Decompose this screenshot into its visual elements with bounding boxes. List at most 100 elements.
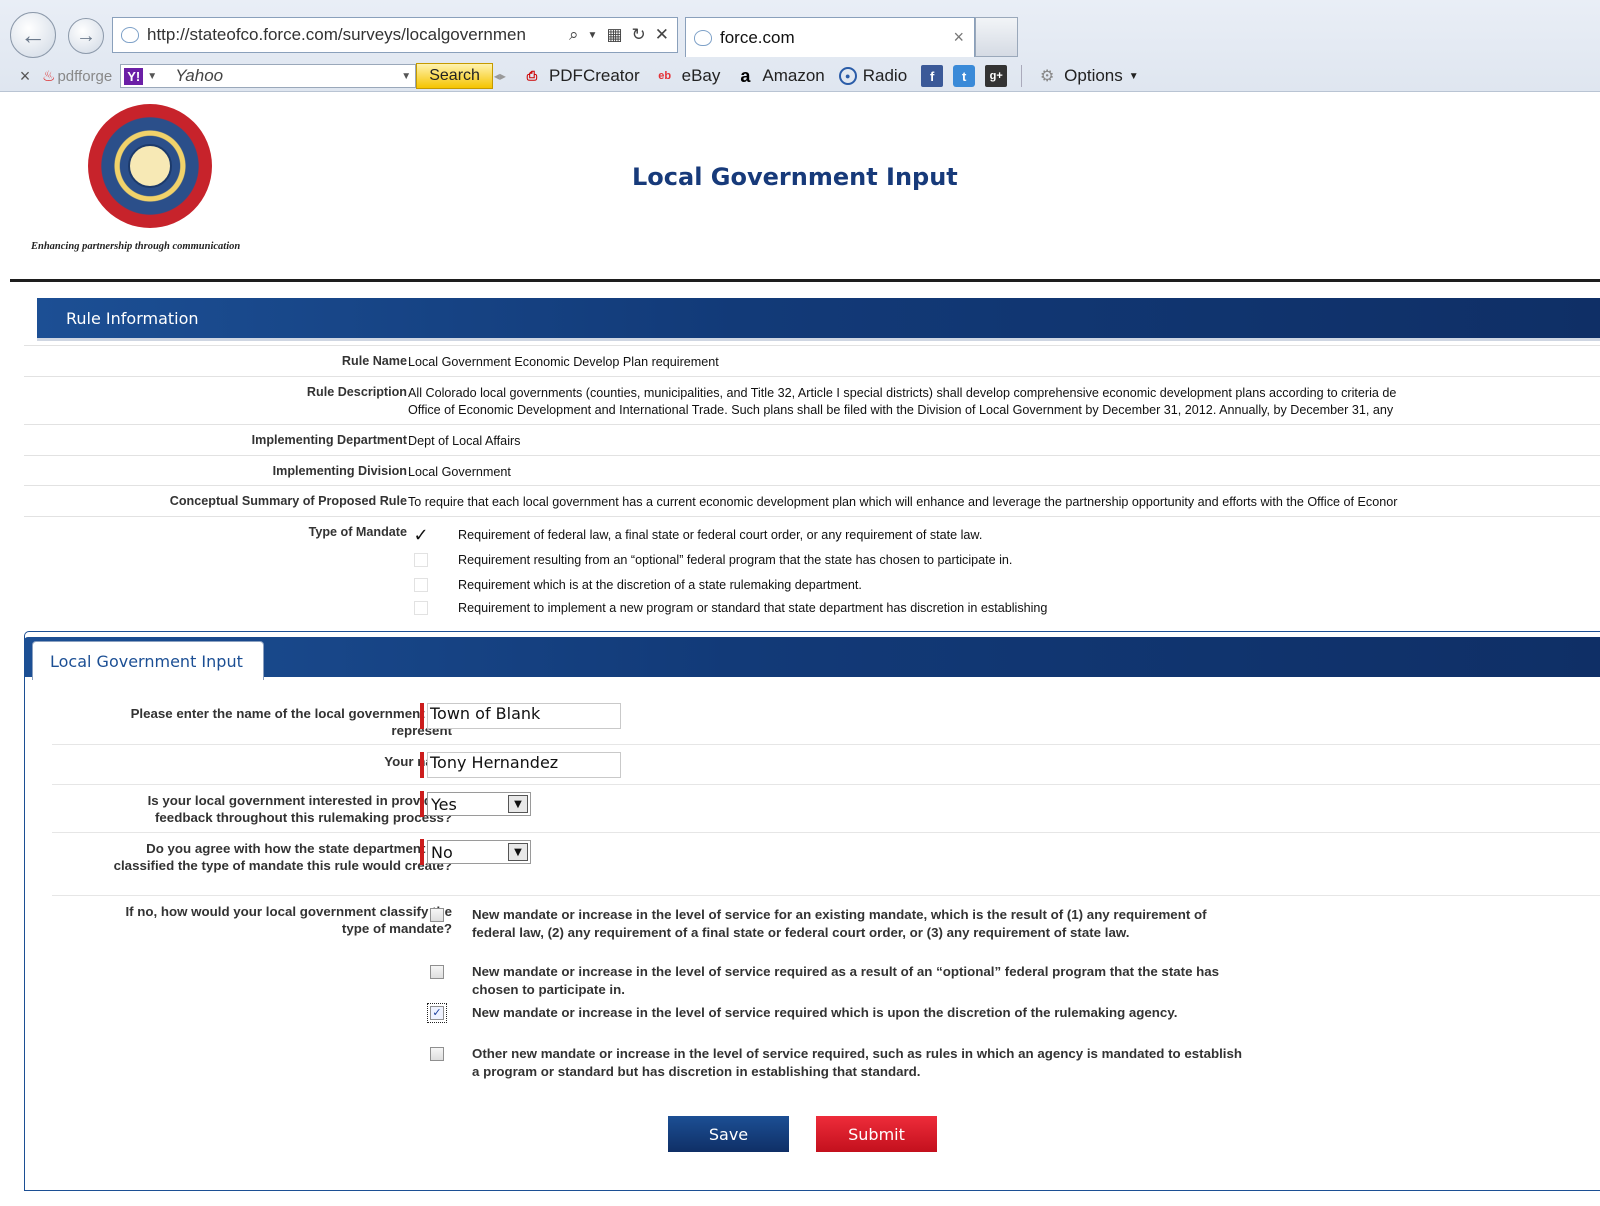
mandate-option: ✓ Requirement of federal law, a final st… [413,524,983,545]
classify-checkbox[interactable] [430,1047,444,1061]
flame-icon: ♨ [42,68,56,85]
new-tab-button[interactable] [975,17,1018,57]
back-arrow-icon: ← [20,19,46,50]
address-bar[interactable]: http://stateofco.force.com/surveys/local… [112,17,678,53]
classify-checkbox[interactable] [430,965,444,979]
chevron-down-icon[interactable]: ▼ [508,795,528,813]
facebook-icon[interactable]: f [921,65,944,87]
ebay-icon: eb [658,70,672,82]
yahoo-search-box[interactable]: Y! ▼ Yahoo ▼ [120,64,417,88]
address-tools: ⌕ ▼ ▦ ↻ ✕ [569,25,677,45]
tab-page-icon [694,29,712,46]
your-name-input[interactable]: Tony Hernandez [427,752,621,778]
pdf-icon: ⎙ [526,68,538,83]
seal-emblem [128,144,172,188]
back-button[interactable]: ← [10,12,56,58]
classify-checkbox-checked[interactable]: ✓ [427,1003,447,1023]
search-icon[interactable]: ⌕ [569,25,579,45]
section-title: Rule Information [66,308,199,328]
social-buttons: f t g+ [921,65,1008,87]
close-tab-icon[interactable]: × [953,27,964,48]
toolbar-divider [1021,65,1023,87]
interested-row: Is your local government interested in p… [52,784,1600,832]
implementing-department-label: Implementing Department [251,433,407,447]
toolbar-grip-icon: ◂▸ [493,69,506,83]
twitter-icon[interactable]: t [953,65,976,87]
chevron-down-icon[interactable]: ▼ [508,843,528,861]
chevron-down-icon[interactable]: ▼ [397,71,415,82]
amazon-icon: a [740,65,751,86]
colorado-seal-logo [88,104,212,228]
conceptual-summary-row: Conceptual Summary of Proposed Rule To r… [24,485,1600,516]
submit-button[interactable]: Submit [816,1116,937,1152]
gov-name-input[interactable]: Town of Blank [427,703,621,729]
browser-chrome: ← → http://stateofco.force.com/surveys/l… [0,0,1600,92]
classify-checkbox[interactable] [430,908,444,922]
page-icon [121,27,139,43]
implementing-department-value: Dept of Local Affairs [408,434,521,448]
rule-description-value: All Colorado local governments (counties… [408,386,1397,417]
amazon-button[interactable]: a Amazon [734,65,824,87]
rule-name-value: Local Government Economic Develop Plan r… [408,355,719,369]
rule-name-label: Rule Name [341,354,407,368]
gear-icon: ⚙ [1040,68,1055,85]
browser-tab[interactable]: force.com × [685,17,975,57]
gov-name-row: Please enter the name of the local gover… [52,699,1600,744]
forward-arrow-icon: → [76,24,96,47]
forward-button[interactable]: → [68,18,104,54]
ebay-button[interactable]: eb eBay [654,65,720,87]
refresh-icon[interactable]: ↻ [632,25,646,45]
mandate-option: Requirement resulting from an “optional”… [414,553,1012,567]
options-button[interactable]: ⚙ Options ▼ [1036,65,1139,87]
classify-option: Other new mandate or increase in the lev… [430,1045,1250,1081]
yahoo-search-input[interactable]: Yahoo [175,66,397,86]
type-of-mandate-label: Type of Mandate [308,525,407,539]
implementing-division-label: Implementing Division [272,464,407,478]
your-name-label: Your name [384,754,452,769]
agree-select[interactable]: No ▼ [427,840,531,864]
radio-button[interactable]: ● Radio [838,66,907,86]
header-divider [10,279,1600,282]
classify-option: New mandate or increase in the level of … [430,963,1250,999]
page-title: Local Government Input [632,163,958,191]
implementing-department-row: Implementing Department Dept of Local Af… [24,424,1600,455]
required-indicator [420,839,424,865]
unchecked-box-icon [414,553,428,567]
unchecked-box-icon [414,601,428,615]
interested-selected-value: Yes [431,794,457,814]
pdfcreator-button[interactable]: ⎙ PDFCreator [521,65,640,87]
pdfforge-logo[interactable]: ♨ pdfforge [42,67,112,86]
rule-information-header: Rule Information [37,298,1600,341]
save-button[interactable]: Save [668,1116,789,1152]
chevron-down-icon[interactable]: ▼ [143,71,161,82]
your-name-row: Your name Tony Hernandez [52,744,1600,784]
tab-local-government-input[interactable]: Local Government Input [32,641,264,680]
yahoo-logo-icon: Y! [124,67,144,85]
agree-label: Do you agree with how the state departme… [113,841,452,873]
search-button[interactable]: Search [416,63,493,89]
agree-selected-value: No [431,842,453,862]
compatibility-icon[interactable]: ▦ [606,25,622,45]
check-mark-icon: ✓ [413,524,429,545]
tagline: Enhancing partnership through communicat… [31,241,241,252]
tab-title: force.com [720,27,795,47]
unchecked-box-icon [414,578,428,592]
address-url[interactable]: http://stateofco.force.com/surveys/local… [147,25,569,45]
addon-toolbar: × ♨ pdfforge Y! ▼ Yahoo ▼ Search ◂▸ ⎙ PD… [8,60,1600,92]
classify-option: New mandate or increase in the level of … [430,906,1250,942]
stop-icon[interactable]: ✕ [655,25,669,45]
chevron-down-icon: ▼ [1128,70,1139,82]
rule-description-row: Rule Description All Colorado local gove… [24,376,1600,424]
conceptual-summary-label: Conceptual Summary of Proposed Rule [169,494,407,508]
mandate-option: Requirement to implement a new program o… [414,601,1047,615]
classify-label: If no, how would your local government c… [125,904,452,936]
conceptual-summary-value: To require that each local government ha… [408,495,1398,509]
chevron-down-icon[interactable]: ▼ [588,25,598,45]
radio-icon: ● [838,67,857,85]
required-indicator [420,752,424,778]
google-plus-icon[interactable]: g+ [985,65,1008,87]
close-toolbar-icon[interactable]: × [8,66,42,87]
mandate-option: Requirement which is at the discretion o… [414,578,862,592]
interested-select[interactable]: Yes ▼ [427,792,531,816]
implementing-division-row: Implementing Division Local Government [24,455,1600,485]
